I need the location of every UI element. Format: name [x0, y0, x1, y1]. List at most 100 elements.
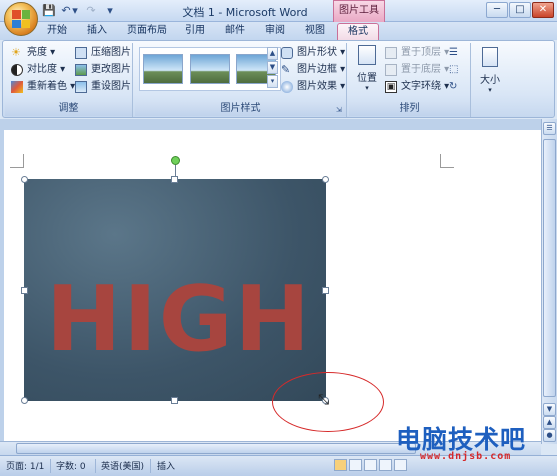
office-button[interactable]: [4, 2, 38, 36]
style-thumbnail-1[interactable]: [143, 54, 183, 84]
inserted-picture[interactable]: HIGH: [24, 179, 326, 401]
status-insert-mode[interactable]: 插入: [157, 459, 175, 472]
compress-icon: [75, 47, 87, 59]
gallery-scroll-down[interactable]: ▼: [267, 61, 278, 74]
web-layout-icon[interactable]: [364, 459, 377, 471]
size-label: 大小: [480, 75, 500, 86]
text-wrap-icon: ▣: [385, 81, 397, 93]
office-logo-icon: [12, 10, 30, 28]
outline-view-icon[interactable]: [379, 459, 392, 471]
full-screen-reading-icon[interactable]: [349, 459, 362, 471]
group-picture-styles: ▲ ▼ ▾ 图片形状 ▾ ✎ 图片边框 ▾ 图片效果 ▾ 图片样式 ⇲: [135, 43, 347, 117]
redo-icon[interactable]: ↷: [83, 4, 99, 18]
text-wrap-label: 文字环绕: [401, 81, 441, 92]
rotate-handle[interactable]: [171, 156, 180, 165]
scroll-down-icon[interactable]: ▼: [543, 403, 556, 416]
recolor-button[interactable]: 重新着色 ▾: [11, 79, 75, 95]
minimize-button[interactable]: ─: [486, 2, 508, 18]
horizontal-scroll-thumb[interactable]: [16, 443, 416, 454]
brightness-button[interactable]: ☀ 亮度 ▾: [11, 45, 55, 61]
send-back-icon: [385, 64, 397, 76]
close-button[interactable]: ✕: [532, 2, 554, 18]
group-arrange-label: 排列: [349, 102, 470, 116]
compress-label: 压缩图片: [91, 47, 131, 58]
position-label: 位置: [357, 73, 377, 84]
send-to-back-button[interactable]: 置于底层 ▾: [385, 62, 449, 78]
position-icon: [358, 45, 376, 65]
picture-border-button[interactable]: ✎ 图片边框 ▾: [281, 62, 345, 78]
brightness-label: 亮度: [27, 47, 47, 58]
group-adjust: ☀ 亮度 ▾ 对比度 ▾ 重新着色 ▾ 压缩图片 更改图片 重设图片 调整: [5, 43, 133, 117]
group-size: 大小 ▾: [473, 43, 507, 117]
recolor-label: 重新着色: [27, 81, 67, 92]
resize-handle-right[interactable]: [322, 287, 329, 294]
size-icon: [482, 47, 498, 67]
rotate-icon[interactable]: ↻: [449, 81, 463, 93]
send-back-label: 置于底层: [401, 64, 441, 75]
contrast-button[interactable]: 对比度 ▾: [11, 62, 65, 78]
group-adjust-label: 调整: [5, 102, 132, 116]
bring-to-front-button[interactable]: 置于顶层 ▾: [385, 45, 449, 61]
text-wrapping-button[interactable]: ▣ 文字环绕 ▾: [385, 79, 449, 95]
vertical-scrollbar[interactable]: ☰ ▼ ▲ ●: [541, 119, 557, 444]
picture-styles-gallery: [139, 47, 281, 91]
browse-object-icon[interactable]: ●: [543, 429, 556, 442]
group-icon[interactable]: ⬚: [449, 64, 463, 76]
contrast-icon: [11, 64, 23, 76]
vertical-scroll-thumb[interactable]: [543, 139, 556, 397]
tab-insert[interactable]: 插入: [80, 23, 114, 40]
resize-handle-bottom-left[interactable]: [21, 397, 28, 404]
ruler-toggle-icon[interactable]: ☰: [543, 122, 556, 135]
group-picture-styles-label: 图片样式: [135, 102, 346, 116]
undo-dropdown-icon[interactable]: ▾: [71, 4, 79, 18]
margin-corner-marker: [440, 154, 454, 168]
gallery-more[interactable]: ▾: [267, 75, 278, 88]
reset-picture-button[interactable]: 重设图片: [75, 79, 131, 95]
bring-front-icon: [385, 47, 397, 59]
change-picture-label: 更改图片: [91, 64, 131, 75]
resize-handle-bottom[interactable]: [171, 397, 178, 404]
tab-review[interactable]: 审阅: [258, 23, 292, 40]
resize-handle-left[interactable]: [21, 287, 28, 294]
tab-references[interactable]: 引用: [178, 23, 212, 40]
size-button[interactable]: 大小 ▾: [477, 47, 503, 95]
ribbon: ☀ 亮度 ▾ 对比度 ▾ 重新着色 ▾ 压缩图片 更改图片 重设图片 调整 ▲ …: [2, 40, 555, 118]
picture-shape-button[interactable]: 图片形状 ▾: [281, 45, 345, 61]
reset-picture-icon: [75, 81, 87, 93]
resize-handle-top[interactable]: [171, 176, 178, 183]
status-page[interactable]: 页面: 1/1: [6, 459, 44, 472]
recolor-icon: [11, 81, 23, 93]
tab-mailings[interactable]: 邮件: [218, 23, 252, 40]
status-word-count[interactable]: 字数: 0: [56, 459, 86, 472]
bring-front-label: 置于顶层: [401, 47, 441, 58]
position-button[interactable]: 位置 ▾: [353, 45, 381, 93]
picture-tools-context-tab: 图片工具: [333, 0, 385, 22]
gallery-scroll-up[interactable]: ▲: [267, 47, 278, 60]
compress-pictures-button[interactable]: 压缩图片: [75, 45, 131, 61]
tab-format[interactable]: 格式: [337, 23, 379, 40]
tab-page-layout[interactable]: 页面布局: [122, 23, 172, 40]
status-language[interactable]: 英语(美国): [101, 459, 144, 472]
contrast-label: 对比度: [27, 64, 57, 75]
align-icon[interactable]: ☰: [449, 47, 463, 59]
customize-qat-icon[interactable]: ▾: [102, 4, 118, 18]
print-layout-view-icon[interactable]: [334, 459, 347, 471]
tab-home[interactable]: 开始: [40, 23, 74, 40]
picture-text: HIGH: [46, 267, 313, 372]
previous-page-icon[interactable]: ▲: [543, 416, 556, 429]
resize-handle-top-right[interactable]: [322, 176, 329, 183]
tab-view[interactable]: 视图: [298, 23, 332, 40]
draft-view-icon[interactable]: [394, 459, 407, 471]
picture-shape-icon: [281, 47, 293, 59]
dialog-launcher-icon[interactable]: ⇲: [336, 106, 344, 114]
change-picture-button[interactable]: 更改图片: [75, 62, 131, 78]
save-icon[interactable]: 💾: [41, 4, 57, 18]
resize-handle-top-left[interactable]: [21, 176, 28, 183]
group-arrange: 位置 ▾ 置于顶层 ▾ 置于底层 ▾ ▣ 文字环绕 ▾ ☰ ⬚ ↻ 排列: [349, 43, 471, 117]
maximize-button[interactable]: □: [509, 2, 531, 18]
picture-effects-button[interactable]: 图片效果 ▾: [281, 79, 345, 95]
site-watermark-url: www.dnjsb.com: [420, 451, 512, 462]
margin-corner-marker: [10, 154, 24, 168]
annotation-ellipse: [272, 372, 384, 432]
style-thumbnail-2[interactable]: [190, 54, 230, 84]
